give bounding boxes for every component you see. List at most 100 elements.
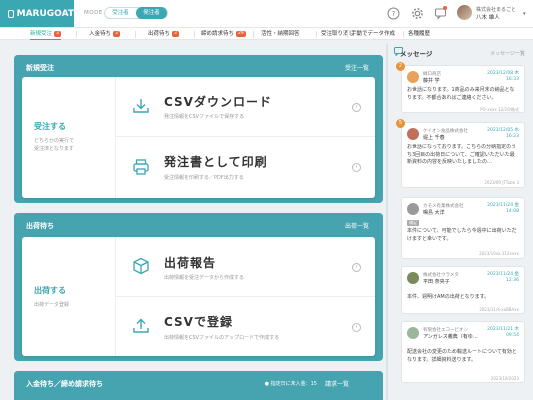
message-body: お世話になっております。こちらの分納指定のうち3回目の出荷日について、ご確認いた… (407, 144, 517, 165)
message-body: お世話になります。1商品のみ来月末の納品となります。不都合あればご連絡ください。 (407, 87, 515, 101)
message-panel-header: メッセージ メッセージ一覧 (393, 44, 533, 62)
avatar (407, 128, 419, 140)
chevron-down-icon[interactable]: ▾ (523, 11, 526, 17)
unread-badge: 5 (396, 119, 405, 128)
chat-bubble-icon[interactable] (433, 6, 447, 20)
message-card[interactable]: カモメ有業株式会社 鳴島 大洋 2023/11/24 金 14:08 補足 本件に… (401, 197, 525, 259)
nav-tabs: 新規受注 3 入金待ち 3 出荷待ち 3 締め請求待ち 29 活性・納期回答 受注取り消… (0, 27, 533, 40)
message-badge (443, 6, 447, 10)
gear-icon[interactable] (410, 6, 424, 20)
tab-awaiting-payment[interactable]: 入金待ち 3 (89, 28, 120, 40)
svg-text:?: ? (391, 10, 395, 18)
tab-awaiting-shipment[interactable]: 出荷待ち 3 (148, 28, 179, 40)
message-sender: 平田 奈央子 (423, 279, 450, 285)
mode-ship-option[interactable]: 発注者 (136, 7, 167, 19)
app-header: MARUGOAT MODE 受注者 発注者 ? 株式会社まるごと 八木 雄人 ▾ (0, 0, 533, 27)
message-sender: 堀上 千春 (423, 135, 445, 141)
user-avatar[interactable] (457, 5, 472, 20)
order-list-link[interactable]: 受注一覧 (345, 63, 369, 72)
section-title: 出荷待ち (26, 222, 54, 230)
tab-manual-data[interactable]: 手動でデータ作成 (351, 28, 395, 40)
message-ref: PO-xxxx 12/20/株式 (480, 107, 519, 112)
section-title: 入金待ち／締め請求待ち (26, 380, 103, 388)
tab-history[interactable]: 各種履歴 (408, 28, 430, 40)
section-title: 新規受注 (26, 64, 54, 72)
row-title: CSVで登録 (164, 315, 233, 329)
message-panel: メッセージ メッセージ一覧 緑口商店 藤井 学 2023/12/08 木 16:3… (393, 44, 533, 400)
invoice-list-link[interactable]: 請求一覧 (325, 379, 349, 388)
tab-count: 29 (236, 31, 246, 37)
row-subtitle: 出荷情報を受注データから作成する (164, 275, 245, 281)
message-card[interactable]: 株式会社ウラメタ 平田 奈央子 2023/11/24 金 12:36 本件、週明け… (401, 266, 525, 314)
message-ref: 2023/09 JTTube 3 (484, 180, 519, 185)
tab-count: 3 (113, 31, 120, 37)
mode-order-option[interactable]: 受注者 (105, 7, 136, 19)
card-left-title: 出荷する (34, 286, 66, 295)
row-subtitle: 出荷情報をCSVファイルのアップロードで作成する (164, 335, 280, 341)
shipping-report-row[interactable]: 出荷報告 出荷情報を受注データから作成する › (116, 237, 375, 297)
message-sender: アンガレス義典（有ゆ… (423, 334, 478, 340)
avatar (407, 71, 419, 83)
logo-mark-icon (8, 9, 14, 18)
upload-icon (133, 318, 149, 333)
download-icon (133, 99, 149, 113)
logo-text: MARUGOAT (16, 8, 74, 19)
message-date: 2023/11/24 金 14:08 (487, 203, 519, 214)
user-name[interactable]: 八木 雄人 (476, 13, 500, 21)
card-left-subtitle: 出荷データ登録 (34, 302, 70, 308)
mode-toggle[interactable]: 受注者 発注者 (104, 7, 168, 19)
message-ref: 2023/11/4-xxBBAxx (479, 307, 519, 312)
message-card[interactable]: 有限会社エコーピオン アンガレス義典（有ゆ… 2023/11/21 木 09:54… (401, 321, 525, 383)
message-card[interactable]: ケイオン食品株式会社 堀上 千春 2023/12/05 水 16:23 お世話にな… (401, 122, 525, 188)
message-body: 本件について、可能でしたら今週中に出荷いただけますと幸いです。 (407, 228, 517, 242)
row-title: 発注書として印刷 (164, 155, 268, 169)
avatar (407, 203, 419, 215)
message-ref: 2023/10/2023 (490, 376, 519, 381)
message-date: 2023/12/05 水 16:23 (487, 128, 519, 139)
unread-badge: 2 (396, 62, 405, 71)
tab-order-cancel[interactable]: 受注取り消し (321, 28, 354, 40)
unpaid-note: ● 指定日に未入金：15 (264, 381, 317, 387)
row-title: CSVダウンロード (164, 95, 272, 109)
message-list-link[interactable]: メッセージ一覧 (490, 50, 525, 57)
logo[interactable]: MARUGOAT (0, 0, 74, 27)
section-new-order: 新規受注 受注一覧 受注する どちらかの実行で 受注済となります CSVダウンロ… (14, 55, 383, 203)
print-order-row[interactable]: 発注書として印刷 受注情報を印刷する／PDF出力する › (116, 137, 375, 198)
message-card[interactable]: 緑口商店 藤井 学 2023/12/08 木 16:33 お世話になります。1商品… (401, 65, 525, 113)
shipping-list-link[interactable]: 出荷一覧 (345, 221, 369, 230)
help-icon[interactable]: ? (386, 6, 400, 20)
card-left-panel: 受注する どちらかの実行で 受注済となります (22, 77, 116, 198)
tab-closing-invoice[interactable]: 締め請求待ち 29 (201, 28, 246, 40)
main-scrollbar[interactable] (386, 44, 388, 400)
box-icon (133, 257, 149, 275)
section-header: 入金待ち／締め請求待ち ● 指定日に未入金：15 請求一覧 (14, 371, 383, 396)
tab-delivery-reply[interactable]: 活性・納期回答 (261, 28, 300, 40)
csv-download-row[interactable]: CSVダウンロード 発注情報をCSVファイルで保存する › (116, 77, 375, 137)
mode-label: MODE (84, 10, 103, 16)
message-body: 本件、週明けAMの出荷となります。 (407, 294, 490, 300)
message-sender: 藤井 学 (423, 78, 440, 84)
csv-register-row[interactable]: CSVで登録 出荷情報をCSVファイルのアップロードで作成する › (116, 297, 375, 356)
card-left-title: 受注する (34, 122, 66, 131)
tab-new-order[interactable]: 新規受注 3 (30, 28, 61, 40)
row-title: 出荷報告 (164, 256, 217, 270)
user-company: 株式会社まるごと (476, 7, 517, 13)
avatar (407, 272, 419, 284)
tab-count: 3 (172, 31, 179, 37)
message-sender: 鳴島 大洋 (423, 210, 445, 216)
shipping-action-card: 出荷する 出荷データ登録 出荷報告 出荷情報を受注データから作成する › CSV… (22, 237, 375, 356)
order-action-card: 受注する どちらかの実行で 受注済となります CSVダウンロード 発注情報をCS… (22, 77, 375, 198)
message-tag: 補足 (407, 220, 419, 226)
row-subtitle: 発注情報をCSVファイルで保存する (164, 114, 245, 120)
chevron-right-icon: › (352, 323, 361, 332)
chevron-right-icon: › (352, 103, 361, 112)
message-date: 2023/11/21 木 09:54 (487, 327, 519, 338)
section-shipping: 出荷待ち 出荷一覧 出荷する 出荷データ登録 出荷報告 出荷情報を受注データから… (14, 213, 383, 361)
section-header: 出荷待ち 出荷一覧 (14, 213, 383, 238)
avatar (407, 327, 419, 339)
tab-count: 3 (54, 31, 61, 37)
message-panel-title: メッセージ (400, 50, 433, 58)
card-left-subtitle: どちらかの実行で 受注済となります (34, 138, 75, 152)
chevron-right-icon: › (352, 163, 361, 172)
message-ref: 2023/10xx-112xxxx (479, 251, 519, 256)
